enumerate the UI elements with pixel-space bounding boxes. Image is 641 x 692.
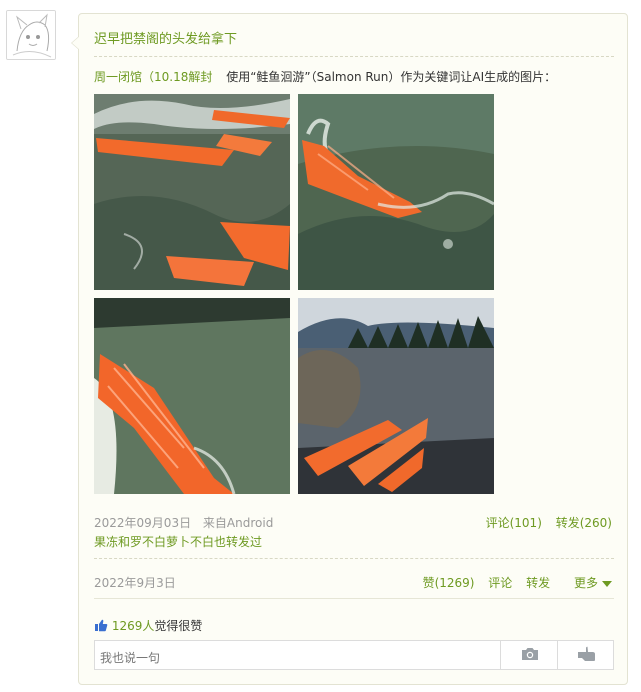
post-image-2[interactable] xyxy=(298,94,494,290)
post-actions: 评论(101) 转发(260) xyxy=(476,514,612,531)
post-body: 周一闭馆（10.18解封 使用“鲑鱼洄游”（Salmon Run）作为关键词让A… xyxy=(94,68,556,85)
salmon-image-1 xyxy=(94,94,290,290)
post-meta: 2022年09月03日 来自Android xyxy=(94,514,273,531)
avatar-sketch xyxy=(7,11,55,59)
divider xyxy=(94,598,614,599)
post-date[interactable]: 2022年09月03日 xyxy=(94,516,191,530)
likes-suffix: 觉得很赞 xyxy=(154,619,203,633)
post-card: 迟早把禁阁的头发给拿下 周一闭馆（10.18解封 使用“鲑鱼洄游”（Salmon… xyxy=(71,13,628,685)
repost-note[interactable]: 果冻和罗不白萝卜不白也转发过 xyxy=(94,533,262,550)
footer-date[interactable]: 2022年9月3日 xyxy=(94,574,176,591)
card-pointer-fill xyxy=(72,36,80,50)
comments-link[interactable]: 评论(101) xyxy=(486,516,542,530)
thumbs-up-icon xyxy=(94,619,108,635)
more-button[interactable]: 更多 xyxy=(564,576,612,590)
avatar[interactable] xyxy=(6,10,56,60)
hand-point-icon xyxy=(577,646,597,665)
more-label: 更多 xyxy=(573,576,598,590)
author-link[interactable]: 周一闭馆（10.18解封 xyxy=(94,70,212,84)
post-title[interactable]: 迟早把禁阁的头发给拿下 xyxy=(94,28,237,47)
repost-button[interactable]: 转发 xyxy=(526,576,550,590)
chevron-down-icon xyxy=(602,580,612,587)
comment-placeholder: 我也说一句 xyxy=(100,651,161,665)
divider xyxy=(94,558,614,559)
salmon-image-3 xyxy=(94,298,290,494)
like-button[interactable]: 赞(1269) xyxy=(423,576,475,590)
comment-button[interactable]: 评论 xyxy=(488,576,512,590)
salmon-image-2 xyxy=(298,94,494,290)
post-image-1[interactable] xyxy=(94,94,290,290)
salmon-image-4 xyxy=(298,298,494,494)
footer-actions: 赞(1269) 评论 转发 更多 xyxy=(413,574,612,591)
gesture-button[interactable] xyxy=(557,641,615,669)
post-text: 使用“鲑鱼洄游”（Salmon Run）作为关键词让AI生成的图片： xyxy=(226,70,557,84)
photo-button[interactable] xyxy=(500,641,558,669)
post-source: 来自Android xyxy=(202,516,274,530)
camera-icon xyxy=(521,647,539,664)
reposts-link[interactable]: 转发(260) xyxy=(556,516,612,530)
divider xyxy=(94,56,614,57)
likes-count[interactable]: 1269人 xyxy=(112,619,155,633)
comment-field[interactable]: 我也说一句 xyxy=(94,640,614,670)
post-image-4[interactable] xyxy=(298,298,494,494)
post-image-3[interactable] xyxy=(94,298,290,494)
likes-summary: 1269人觉得很赞 xyxy=(94,617,202,635)
